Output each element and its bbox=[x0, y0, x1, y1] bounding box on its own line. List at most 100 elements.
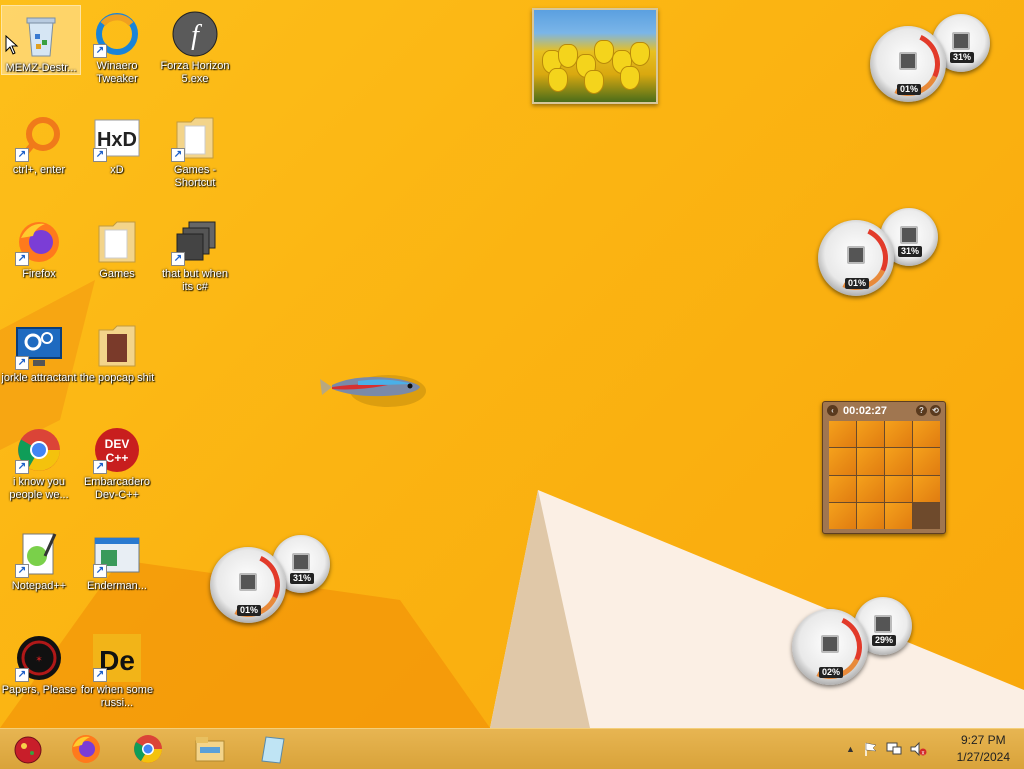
cpu-meter-gadget[interactable]: 31% 01% bbox=[866, 14, 995, 106]
clock[interactable]: 9:27 PM 1/27/2024 bbox=[957, 732, 1010, 766]
puzzle-back-icon[interactable]: ‹ bbox=[827, 405, 838, 416]
shortcut-arrow-icon: ↗ bbox=[15, 148, 29, 162]
shortcut-arrow-icon: ↗ bbox=[93, 44, 107, 58]
desktop-icon-chrome[interactable]: ↗ i know you people we... bbox=[0, 420, 78, 502]
ram-value: 31% bbox=[898, 246, 923, 257]
desktop-icon-notepadpp[interactable]: ↗ Notepad++ bbox=[0, 524, 78, 593]
puzzle-shuffle-icon[interactable]: ⟲ bbox=[930, 405, 941, 416]
taskbar-firefox[interactable] bbox=[58, 731, 114, 767]
taskbar-chrome[interactable] bbox=[120, 731, 176, 767]
desktop-icon-ctrl-enter[interactable]: ↗ ctrl+, enter bbox=[0, 108, 78, 177]
puzzle-tile[interactable] bbox=[885, 448, 912, 475]
puzzle-tile[interactable] bbox=[857, 421, 884, 448]
puzzle-tile[interactable] bbox=[913, 448, 940, 475]
desktop-icon-label: Forza Horizon 5.exe bbox=[160, 60, 230, 85]
shortcut-arrow-icon: ↗ bbox=[15, 356, 29, 370]
action-center-flag-icon[interactable] bbox=[863, 741, 879, 757]
desktop-icon-devcpp[interactable]: DEV C++ ↗ Embarcadero Dev-C++ bbox=[78, 420, 156, 502]
svg-text:✶: ✶ bbox=[35, 654, 43, 664]
puzzle-tile[interactable] bbox=[829, 502, 856, 529]
desktop-icon-label: Papers, Please bbox=[1, 684, 77, 696]
desktop-icon-label: MEMZ-Destr... bbox=[5, 62, 77, 74]
desktop-icon-enderman[interactable]: ↗ Enderman... bbox=[78, 524, 156, 593]
de-icon: De ↗ bbox=[93, 634, 141, 682]
shortcut-arrow-icon: ↗ bbox=[15, 564, 29, 578]
svg-text:x: x bbox=[921, 751, 924, 757]
desktop-icon-russi[interactable]: De ↗ for when some russi... bbox=[78, 628, 156, 710]
taskbar-notebook[interactable] bbox=[244, 731, 300, 767]
desktop-icon-winaero[interactable]: ↗ Winaero Tweaker bbox=[78, 4, 156, 86]
stack-icon: ↗ bbox=[171, 218, 219, 266]
shortcut-arrow-icon: ↗ bbox=[171, 148, 185, 162]
start-button[interactable] bbox=[0, 731, 56, 767]
puzzle-tile[interactable] bbox=[913, 421, 940, 448]
folder-icon: ↗ bbox=[171, 114, 219, 162]
puzzle-tile[interactable] bbox=[885, 502, 912, 529]
desktop-icon-label: i know you people we... bbox=[9, 476, 69, 501]
shortcut-arrow-icon: ↗ bbox=[93, 564, 107, 578]
desktop-icon-label: Games bbox=[99, 268, 135, 280]
desktop-icon-popcap[interactable]: the popcap shit bbox=[78, 316, 156, 385]
desktop-icon-label: Notepad++ bbox=[11, 580, 67, 592]
taskbar: ▲ x 9:27 PM 1/27/2024 bbox=[0, 728, 1024, 769]
slideshow-gadget[interactable] bbox=[532, 8, 658, 104]
system-tray: ▲ x bbox=[846, 729, 927, 769]
desktop-icon-papers-please[interactable]: ✶ ↗ Papers, Please bbox=[0, 628, 78, 697]
puzzle-tile[interactable] bbox=[913, 475, 940, 502]
desktop-icon-label: ctrl+, enter bbox=[12, 164, 66, 176]
shortcut-arrow-icon: ↗ bbox=[171, 252, 185, 266]
puzzle-tile[interactable] bbox=[829, 448, 856, 475]
show-hidden-icons-icon[interactable]: ▲ bbox=[846, 744, 855, 754]
volume-muted-icon[interactable]: x bbox=[909, 741, 927, 757]
desktop-icon-jorkle[interactable]: ↗ jorkle attractant bbox=[0, 316, 78, 385]
shortcut-arrow-icon: ↗ bbox=[15, 668, 29, 682]
folder-icon bbox=[93, 322, 141, 370]
desktop-icon-label: Enderman... bbox=[87, 580, 147, 592]
desktop-icon-label: for when some russi... bbox=[80, 684, 154, 709]
cpu-dial: 01% bbox=[866, 22, 950, 106]
puzzle-tile[interactable] bbox=[829, 475, 856, 502]
puzzle-tile[interactable] bbox=[857, 475, 884, 502]
desktop-icon-games[interactable]: Games bbox=[78, 212, 156, 281]
mouse-cursor-icon bbox=[5, 35, 19, 55]
taskbar-file-explorer[interactable] bbox=[182, 731, 238, 767]
puzzle-tile[interactable] bbox=[885, 421, 912, 448]
shortcut-arrow-icon: ↗ bbox=[15, 252, 29, 266]
firefox-icon: ↗ bbox=[15, 218, 63, 266]
cpu-meter-gadget[interactable]: 29% 02% bbox=[788, 597, 917, 689]
cpu-dial: 01% bbox=[814, 216, 898, 300]
folder-icon bbox=[93, 218, 141, 266]
desktop-icon-games-shortcut[interactable]: ↗ Games - Shortcut bbox=[156, 108, 234, 190]
firefox-icon bbox=[72, 735, 100, 763]
desktop-icon-xd[interactable]: HxD ↗ xD bbox=[78, 108, 156, 177]
shortcut-arrow-icon: ↗ bbox=[93, 668, 107, 682]
desktop-icon-label: Embarcadero Dev-C++ bbox=[83, 476, 151, 501]
shortcut-arrow-icon: ↗ bbox=[15, 460, 29, 474]
desktop: MEMZ-Destr... ↗ ctrl+, enter ↗ Firefox ↗… bbox=[0, 0, 1024, 728]
file-explorer-icon bbox=[195, 737, 225, 762]
puzzle-tile[interactable] bbox=[829, 421, 856, 448]
desktop-icon-firefox[interactable]: ↗ Firefox bbox=[0, 212, 78, 281]
picture-puzzle-gadget[interactable]: ‹ 00:02:27 ? ⟲ bbox=[822, 401, 946, 534]
desktop-fish[interactable] bbox=[318, 365, 428, 410]
desktop-icon-forza[interactable]: f Forza Horizon 5.exe bbox=[156, 4, 234, 86]
puzzle-toolbar: ‹ 00:02:27 ? ⟲ bbox=[823, 402, 945, 419]
magnifier-icon: ↗ bbox=[15, 114, 63, 162]
winaero-tweaker-icon: ↗ bbox=[93, 10, 141, 58]
ram-value: 29% bbox=[872, 635, 897, 646]
puzzle-help-icon[interactable]: ? bbox=[916, 405, 927, 416]
recycle-bin-icon bbox=[17, 12, 65, 60]
puzzle-grid bbox=[829, 421, 940, 529]
cpu-meter-gadget[interactable]: 31% 01% bbox=[814, 208, 943, 300]
cpu-meter-gadget[interactable]: 31% 01% bbox=[206, 535, 335, 627]
shortcut-arrow-icon: ↗ bbox=[93, 148, 107, 162]
puzzle-tile[interactable] bbox=[857, 448, 884, 475]
cpu-value: 01% bbox=[237, 605, 262, 616]
desktop-icon-label: Winaero Tweaker bbox=[96, 60, 138, 85]
puzzle-tile[interactable] bbox=[885, 475, 912, 502]
puzzle-tile[interactable] bbox=[857, 502, 884, 529]
network-icon[interactable] bbox=[885, 741, 903, 757]
chrome-icon: ↗ bbox=[15, 426, 63, 474]
cpu-dial: 01% bbox=[206, 543, 290, 627]
desktop-icon-csharp[interactable]: ↗ that but when its c# bbox=[156, 212, 234, 294]
